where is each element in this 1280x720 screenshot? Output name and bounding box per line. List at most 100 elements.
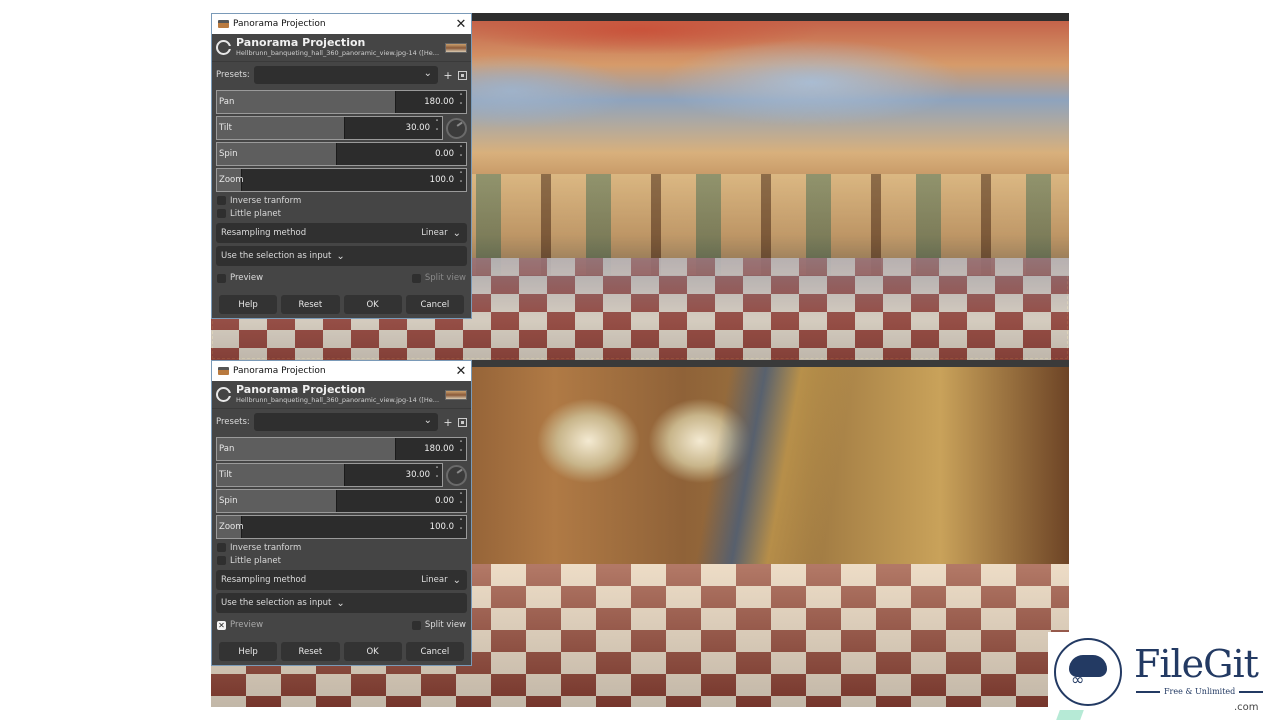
- input-mode-value: Use the selection as input: [221, 251, 332, 261]
- inverse-transform-checkbox[interactable]: Inverse tranform: [212, 194, 471, 207]
- help-button[interactable]: Help: [219, 295, 278, 314]
- preview-checkbox[interactable]: ✕ Preview: [217, 620, 263, 630]
- pan-value[interactable]: 180.00: [424, 444, 454, 454]
- add-preset-icon[interactable]: +: [442, 69, 454, 82]
- chevron-down-icon: ⌄: [423, 415, 432, 426]
- cancel-button[interactable]: Cancel: [405, 642, 464, 661]
- spin-arrows-icon[interactable]: ˄ ˅: [457, 518, 465, 536]
- ok-button[interactable]: OK: [343, 642, 402, 661]
- inverse-transform-label: Inverse tranform: [230, 195, 302, 206]
- inverse-transform-label: Inverse tranform: [230, 542, 302, 553]
- split-view-checkbox[interactable]: Split view: [411, 273, 466, 283]
- manage-presets-icon[interactable]: [458, 417, 467, 427]
- gimp-app-icon: [218, 20, 229, 28]
- close-icon[interactable]: ✕: [451, 361, 471, 381]
- chevron-down-icon: ⌄: [336, 597, 345, 609]
- screenshot-canvas: Panorama Projection ✕ Panorama Projectio…: [0, 0, 1280, 720]
- spin-slider[interactable]: Spin 0.00 ˄ ˅: [216, 489, 467, 513]
- pan-slider[interactable]: Pan 180.00 ˄ ˅: [216, 90, 467, 114]
- checkbox-box[interactable]: [411, 620, 421, 630]
- chevron-down-icon: ⌄: [423, 68, 432, 79]
- presets-row: Presets: ⌄ +: [212, 409, 471, 435]
- presets-dropdown[interactable]: ⌄: [254, 413, 438, 431]
- tilt-value[interactable]: 30.00: [406, 470, 430, 480]
- help-button[interactable]: Help: [219, 642, 278, 661]
- zoom-value[interactable]: 100.0: [430, 522, 454, 532]
- split-view-label: Split view: [424, 620, 466, 630]
- chevron-down-icon: ⌄: [452, 227, 461, 239]
- watermark-tagline: Free & Unlimited: [1164, 687, 1236, 696]
- input-mode-dropdown[interactable]: Use the selection as input ⌄: [216, 246, 467, 266]
- pan-label: Pan: [219, 97, 235, 107]
- checkbox-box[interactable]: [217, 273, 226, 283]
- close-icon[interactable]: ✕: [451, 14, 471, 34]
- resampling-method-dropdown[interactable]: Resampling method Linear ⌄: [216, 223, 467, 243]
- spin-arrows-icon[interactable]: ˄ ˅: [457, 492, 465, 510]
- preview-checkbox[interactable]: Preview: [217, 273, 263, 283]
- zoom-slider[interactable]: Zoom 100.0 ˄ ˅: [216, 515, 467, 539]
- inverse-transform-checkbox[interactable]: Inverse tranform: [212, 541, 471, 554]
- tilt-slider[interactable]: Tilt 30.00 ˄ ˅: [216, 463, 443, 487]
- add-preset-icon[interactable]: +: [442, 416, 454, 429]
- reset-button[interactable]: Reset: [281, 642, 340, 661]
- dialog-buttons: Help Reset OK Cancel: [212, 634, 471, 661]
- spin-slider[interactable]: Spin 0.00 ˄ ˅: [216, 142, 467, 166]
- input-mode-value: Use the selection as input: [221, 598, 332, 608]
- window-title: Panorama Projection: [233, 366, 326, 376]
- spin-value[interactable]: 0.00: [435, 149, 454, 159]
- zoom-slider[interactable]: Zoom 100.0 ˄ ˅: [216, 168, 467, 192]
- gimp-app-icon: [218, 367, 229, 375]
- spin-arrows-icon[interactable]: ˄ ˅: [457, 171, 465, 189]
- spin-arrows-icon[interactable]: ˄ ˅: [433, 119, 441, 137]
- ok-button[interactable]: OK: [343, 295, 402, 314]
- checkbox-box[interactable]: [411, 273, 421, 283]
- spin-arrows-icon[interactable]: ˄ ˅: [457, 145, 465, 163]
- zoom-label: Zoom: [219, 175, 244, 185]
- pan-value[interactable]: 180.00: [424, 97, 454, 107]
- window-title: Panorama Projection: [233, 19, 326, 29]
- checkbox-box[interactable]: [217, 196, 226, 205]
- image-thumbnail: [445, 389, 467, 400]
- panorama-projection-dialog: Panorama Projection ✕ Panorama Projectio…: [211, 360, 472, 666]
- spin-arrows-icon[interactable]: ˄ ˅: [433, 466, 441, 484]
- presets-row: Presets: ⌄ +: [212, 62, 471, 88]
- chevron-down-icon: ⌄: [452, 574, 461, 586]
- cancel-button[interactable]: Cancel: [405, 295, 464, 314]
- watermark-tld: .com: [1234, 702, 1259, 713]
- preview-label: Preview: [230, 273, 264, 283]
- zoom-value[interactable]: 100.0: [430, 175, 454, 185]
- tilt-slider[interactable]: Tilt 30.00 ˄ ˅: [216, 116, 443, 140]
- window-titlebar[interactable]: Panorama Projection ✕: [212, 14, 471, 34]
- split-view-checkbox[interactable]: Split view: [411, 620, 466, 630]
- resampling-method-dropdown[interactable]: Resampling method Linear ⌄: [216, 570, 467, 590]
- little-planet-checkbox[interactable]: Little planet: [212, 554, 471, 567]
- checkbox-box[interactable]: [217, 209, 226, 218]
- gimp-logo-icon: [216, 40, 232, 55]
- dialog-title: Panorama Projection: [236, 36, 366, 49]
- presets-label: Presets:: [216, 70, 250, 80]
- manage-presets-icon[interactable]: [458, 70, 467, 80]
- spin-arrows-icon[interactable]: ˄ ˅: [457, 93, 465, 111]
- little-planet-label: Little planet: [230, 555, 281, 566]
- angle-dial-icon[interactable]: [446, 118, 467, 139]
- reset-button[interactable]: Reset: [281, 295, 340, 314]
- divider: [1136, 690, 1160, 693]
- spin-label: Spin: [219, 149, 238, 159]
- window-titlebar[interactable]: Panorama Projection ✕: [212, 361, 471, 381]
- image-name: Hellbrunn_banqueting_hall_360_panoramic_…: [236, 396, 440, 404]
- angle-dial-icon[interactable]: [446, 465, 467, 486]
- checkbox-box[interactable]: [217, 556, 226, 565]
- presets-label: Presets:: [216, 417, 250, 427]
- input-mode-dropdown[interactable]: Use the selection as input ⌄: [216, 593, 467, 613]
- tilt-slider-fill: [217, 117, 346, 139]
- spin-arrows-icon[interactable]: ˄ ˅: [457, 440, 465, 458]
- spin-value[interactable]: 0.00: [435, 496, 454, 506]
- little-planet-checkbox[interactable]: Little planet: [212, 207, 471, 220]
- tilt-label: Tilt: [219, 470, 232, 480]
- checkbox-checked-icon[interactable]: ✕: [217, 620, 226, 630]
- dialog-title: Panorama Projection: [236, 383, 366, 396]
- tilt-value[interactable]: 30.00: [406, 123, 430, 133]
- checkbox-box[interactable]: [217, 543, 226, 552]
- pan-slider[interactable]: Pan 180.00 ˄ ˅: [216, 437, 467, 461]
- presets-dropdown[interactable]: ⌄: [254, 66, 438, 84]
